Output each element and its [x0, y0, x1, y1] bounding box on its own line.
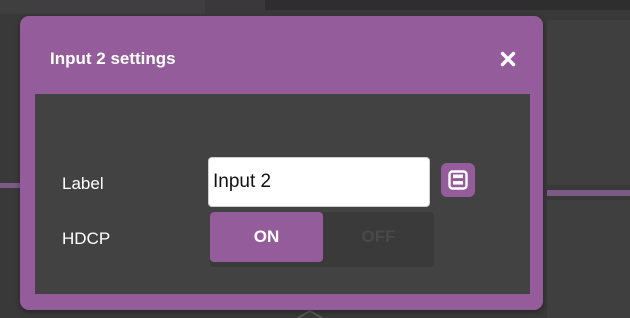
- background-chevron-icon: [297, 310, 323, 318]
- close-button[interactable]: [494, 45, 522, 73]
- label-field-label: Label: [62, 174, 104, 193]
- hdcp-toggle: ON OFF: [210, 212, 434, 267]
- label-input[interactable]: [208, 157, 430, 207]
- hdcp-toggle-on[interactable]: ON: [210, 212, 323, 262]
- background-panel-right: [547, 20, 630, 185]
- background-panel-top-right: [265, 0, 630, 10]
- save-icon: [448, 170, 468, 190]
- close-icon: [500, 51, 516, 67]
- dialog-title: Input 2 settings: [50, 49, 176, 68]
- hdcp-field-label: HDCP: [62, 229, 111, 248]
- background-panel-right-lower: [547, 200, 630, 318]
- hdcp-toggle-off[interactable]: OFF: [323, 212, 434, 262]
- background-divider-left: [0, 183, 20, 188]
- background-panel-top-left: [0, 0, 205, 14]
- save-label-button[interactable]: [441, 163, 475, 197]
- background-divider-right: [547, 190, 630, 196]
